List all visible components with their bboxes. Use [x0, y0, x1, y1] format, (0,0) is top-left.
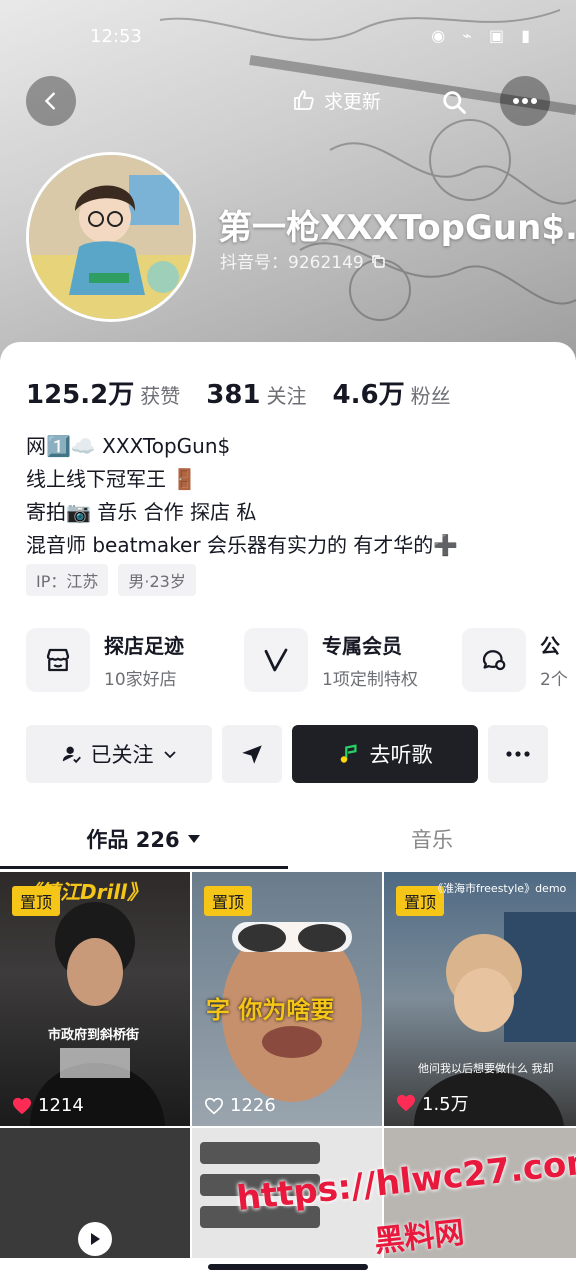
- stat-followers-value: 4.6万: [332, 380, 405, 410]
- heart-outline-icon: [204, 1097, 224, 1114]
- pinned-badge: 置顶: [204, 886, 253, 916]
- profile-header-background: 12:53 ◉ ⌁ ▣ ▮ 求更新 第一枪XXXTopGun$. 抖音号：926…: [0, 0, 576, 360]
- likes-count: 1214: [38, 1095, 84, 1116]
- stat-following-value: 381: [206, 380, 261, 410]
- message-button[interactable]: [222, 725, 282, 783]
- bio-line: 寄拍📷 音乐 合作 探店 私: [26, 500, 257, 524]
- more-options-button[interactable]: [500, 76, 550, 126]
- shop-icon: [26, 628, 90, 692]
- video-thumbnail[interactable]: 《镇江Drill》 置顶 市政府到斜桥街 1214: [0, 872, 190, 1126]
- video-thumbnail[interactable]: 置顶 字 你为啥要 1226: [192, 872, 382, 1126]
- group-chat-icon: [462, 628, 526, 692]
- listen-music-button[interactable]: 去听歌: [292, 725, 478, 783]
- douyin-id-text: 抖音号：9262149: [220, 253, 364, 273]
- active-tab-indicator: [0, 866, 288, 869]
- video-caption: 市政府到斜桥街: [48, 1028, 140, 1043]
- tab-works-label: 作品 226: [86, 828, 180, 852]
- ellipsis-icon: [513, 98, 537, 104]
- heart-filled-icon: [13, 1097, 31, 1114]
- tab-music-label: 音乐: [411, 828, 453, 852]
- feature-title: 探店足迹: [104, 634, 184, 658]
- bio-line: 混音师 beatmaker 会乐器有实力的 有才华的➕: [26, 533, 459, 557]
- status-icons: ◉ ⌁ ▣ ▮: [431, 26, 536, 45]
- stat-likes-label: 获赞: [140, 384, 181, 408]
- thumb-up-icon: [294, 90, 314, 110]
- stat-followers[interactable]: 4.6万 粉丝: [333, 374, 451, 411]
- feature-subtitle: 10家好店: [104, 670, 177, 690]
- bio-line: 网1️⃣☁️ XXXTopGun$: [26, 434, 231, 458]
- avatar-illustration: [29, 155, 193, 319]
- bio-line: 线上线下冠军王 🚪: [26, 467, 198, 491]
- user-check-icon: [62, 746, 81, 764]
- video-caption: 他问我以后想要做什么 我却: [418, 1062, 554, 1075]
- stat-followers-label: 粉丝: [410, 384, 451, 408]
- watermark-name: 黑料网: [372, 1215, 466, 1260]
- search-icon: [443, 91, 466, 114]
- home-indicator: [208, 1264, 368, 1270]
- music-note-icon: [340, 744, 357, 763]
- video-likes: 1.5万: [396, 1090, 469, 1116]
- video-likes: 1226: [204, 1095, 276, 1116]
- stat-likes[interactable]: 125.2万 获赞: [26, 374, 180, 411]
- gender-age-tag: 男·23岁: [118, 564, 196, 596]
- chevron-down-icon: [163, 751, 176, 759]
- feature-entries: 探店足迹 10家好店 专属会员 1项定制特权 公 2个: [26, 628, 576, 692]
- request-update-label: 求更新: [324, 90, 382, 113]
- tab-music[interactable]: 音乐: [288, 810, 576, 868]
- feature-group-chat[interactable]: 公 2个: [462, 628, 576, 692]
- profile-stats: 125.2万 获赞 381 关注 4.6万 粉丝: [26, 374, 451, 411]
- feature-subtitle: 2个: [540, 670, 568, 690]
- feature-membership[interactable]: 专属会员 1项定制特权: [244, 628, 462, 692]
- ellipsis-icon: [506, 751, 530, 757]
- avatar[interactable]: [26, 152, 196, 322]
- play-icon: [91, 1233, 100, 1245]
- tab-works[interactable]: 作品 226: [0, 810, 288, 868]
- douyin-id[interactable]: 抖音号：9262149: [220, 248, 386, 273]
- video-thumbnail[interactable]: [0, 1128, 190, 1258]
- stat-likes-value: 125.2万: [26, 380, 135, 410]
- likes-count: 1.5万: [422, 1094, 469, 1115]
- profile-nickname: 第一枪XXXTopGun$.: [218, 208, 576, 248]
- stat-following[interactable]: 381 关注: [206, 380, 306, 410]
- search-button[interactable]: [432, 80, 476, 124]
- feature-subtitle: 1项定制特权: [322, 670, 418, 690]
- content-tabs: 作品 226 音乐: [0, 810, 576, 868]
- profile-card: 125.2万 获赞 381 关注 4.6万 粉丝 网1️⃣☁️ XXXTopGun$ …: [0, 342, 576, 1280]
- feature-title: 公: [540, 634, 560, 658]
- likes-count: 1226: [230, 1095, 276, 1116]
- paper-plane-icon: [242, 745, 262, 764]
- profile-tags: IP：江苏 男·23岁: [26, 564, 196, 596]
- play-button[interactable]: [78, 1222, 112, 1256]
- status-time: 12:53: [90, 26, 142, 47]
- request-update-button[interactable]: 求更新: [276, 78, 397, 122]
- video-likes: 1214: [12, 1095, 84, 1116]
- followed-label: 已关注: [90, 743, 154, 767]
- heart-filled-icon: [397, 1094, 415, 1112]
- video-thumbnail[interactable]: 置顶 《淮海市freestyle》demo 他问我以后想要做什么 我却 1.5万: [384, 872, 576, 1126]
- feature-title: 专属会员: [322, 634, 402, 658]
- pinned-badge: 置顶: [12, 886, 61, 916]
- profile-actions: 已关注 去听歌: [26, 725, 548, 783]
- back-button[interactable]: [26, 76, 76, 126]
- ip-location-tag: IP：江苏: [26, 564, 109, 596]
- followed-button[interactable]: 已关注: [26, 725, 212, 783]
- profile-bio: 网1️⃣☁️ XXXTopGun$ 线上线下冠军王 🚪 寄拍📷 音乐 合作 探店…: [26, 430, 458, 562]
- feature-shop-visits[interactable]: 探店足迹 10家好店: [26, 628, 244, 692]
- copy-icon[interactable]: [370, 253, 386, 269]
- video-overlay-title: 字 你为啥要: [206, 996, 335, 1024]
- listen-music-label: 去听歌: [369, 743, 433, 767]
- video-overlay-title: 《淮海市freestyle》demo: [432, 882, 567, 895]
- chevron-left-icon: [44, 92, 55, 110]
- more-actions-button[interactable]: [488, 725, 548, 783]
- stat-following-label: 关注: [266, 384, 307, 408]
- vip-v-icon: [244, 628, 308, 692]
- caret-down-icon: [187, 835, 200, 843]
